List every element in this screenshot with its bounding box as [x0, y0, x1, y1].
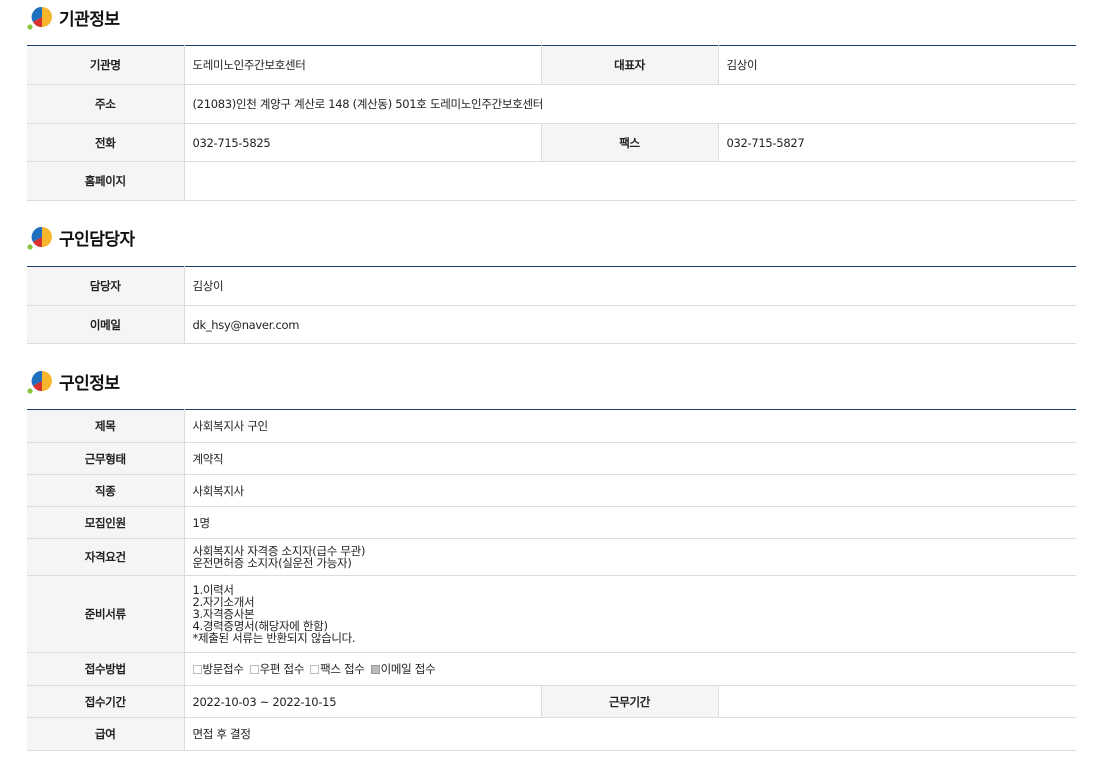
value-representative: 김상이: [718, 45, 1076, 85]
apply-method-email: 이메일 접수: [370, 662, 436, 676]
value-occupation: 사회복지사: [184, 474, 1076, 507]
table-row: 준비서류 1.이력서 2.자기소개서 3.자격증사본 4.경력증명서(해당자에 …: [27, 575, 1076, 653]
table-row: 직종 사회복지사: [27, 474, 1076, 507]
apply-method-visit: 방문접수: [192, 662, 244, 676]
label-address: 주소: [27, 84, 185, 124]
label-apply-method: 접수방법: [27, 652, 185, 686]
value-manager: 김상이: [184, 266, 1076, 306]
label-work-period: 근무기간: [540, 685, 719, 718]
value-qualifications: 사회복지사 자격증 소지자(급수 무관) 운전면허증 소지자(실운전 가능자): [184, 538, 1076, 576]
value-phone: 032-715-5825: [184, 123, 541, 162]
label-org-name: 기관명: [27, 45, 185, 85]
job-detail-page: 기관정보 기관명 도레미노인주간보호센터 대표자 김상이 주소 (21083)인…: [0, 0, 1119, 762]
table-row: 홈페이지: [27, 161, 1076, 201]
section-header-org: 기관정보: [27, 2, 120, 32]
label-occupation: 직종: [27, 474, 185, 507]
table-row: 모집인원 1명: [27, 506, 1076, 539]
label-salary: 급여: [27, 717, 185, 751]
table-row: 기관명 도레미노인주간보호센터 대표자 김상이: [27, 45, 1076, 85]
section-header-job: 구인정보: [27, 366, 120, 396]
label-manager: 담당자: [27, 266, 185, 306]
label-qualifications: 자격요건: [27, 538, 185, 576]
value-fax: 032-715-5827: [718, 123, 1076, 162]
job-info-table: 제목 사회복지사 구인 근무형태 계약직 직종 사회복지사 모집인원 1명 자격…: [27, 409, 1076, 751]
table-row: 제목 사회복지사 구인: [27, 409, 1076, 443]
label-phone: 전화: [27, 123, 185, 162]
value-org-name: 도레미노인주간보호센터: [184, 45, 541, 85]
document-line: 2.자기소개서: [192, 595, 255, 609]
section-title: 구인담당자: [59, 229, 135, 250]
checkbox-checked-icon: [370, 665, 380, 674]
label-subject: 제목: [27, 409, 185, 443]
label-representative: 대표자: [540, 45, 719, 85]
checkbox-icon: [192, 665, 202, 674]
checkbox-icon: [249, 665, 259, 674]
value-headcount: 1명: [184, 506, 1076, 539]
value-salary: 면접 후 결정: [184, 717, 1076, 751]
table-row: 자격요건 사회복지사 자격증 소지자(급수 무관) 운전면허증 소지자(실운전 …: [27, 538, 1076, 576]
table-row: 급여 면접 후 결정: [27, 717, 1076, 751]
qualification-line: 운전면허증 소지자(실운전 가능자): [192, 556, 352, 570]
value-apply-methods: 방문접수 우편 접수 팩스 접수 이메일 접수: [184, 652, 1076, 686]
label-documents: 준비서류: [27, 575, 185, 653]
label-fax: 팩스: [540, 123, 719, 162]
colorful-circle-logo-icon: [27, 224, 55, 250]
table-row: 접수기간 2022-10-03 ~ 2022-10-15 근무기간: [27, 685, 1076, 718]
table-row: 이메일 dk_hsy@naver.com: [27, 305, 1076, 344]
section-title: 기관정보: [59, 9, 120, 30]
colorful-circle-logo-icon: [27, 368, 55, 394]
colorful-circle-logo-icon: [27, 4, 55, 30]
label-apply-period: 접수기간: [27, 685, 185, 718]
document-line: 1.이력서: [192, 583, 235, 597]
value-email[interactable]: dk_hsy@naver.com: [184, 305, 1076, 344]
value-work-period: [718, 685, 1076, 718]
contact-info-table: 담당자 김상이 이메일 dk_hsy@naver.com: [27, 266, 1076, 344]
value-apply-period: 2022-10-03 ~ 2022-10-15: [184, 685, 541, 718]
apply-method-mail: 우편 접수: [249, 662, 304, 676]
table-row: 담당자 김상이: [27, 266, 1076, 306]
value-homepage[interactable]: [184, 161, 1076, 201]
table-row: 주소 (21083)인천 계양구 계산로 148 (계산동) 501호 도레미노…: [27, 84, 1076, 124]
value-address: (21083)인천 계양구 계산로 148 (계산동) 501호 도레미노인주간…: [184, 84, 1076, 124]
label-homepage: 홈페이지: [27, 161, 185, 201]
checkbox-icon: [310, 665, 320, 674]
section-title: 구인정보: [59, 373, 120, 394]
value-work-type: 계약직: [184, 442, 1076, 475]
value-subject: 사회복지사 구인: [184, 409, 1076, 443]
table-row: 근무형태 계약직: [27, 442, 1076, 475]
section-header-contact: 구인담당자: [27, 222, 135, 252]
value-documents: 1.이력서 2.자기소개서 3.자격증사본 4.경력증명서(해당자에 한함) *…: [184, 575, 1076, 653]
org-info-table: 기관명 도레미노인주간보호센터 대표자 김상이 주소 (21083)인천 계양구…: [27, 45, 1076, 201]
table-row: 접수방법 방문접수 우편 접수 팩스 접수 이메일 접수: [27, 652, 1076, 686]
label-email: 이메일: [27, 305, 185, 344]
label-headcount: 모집인원: [27, 506, 185, 539]
document-line: *제출된 서류는 반환되지 않습니다.: [192, 631, 356, 645]
label-work-type: 근무형태: [27, 442, 185, 475]
table-row: 전화 032-715-5825 팩스 032-715-5827: [27, 123, 1076, 162]
apply-method-fax: 팩스 접수: [310, 662, 365, 676]
